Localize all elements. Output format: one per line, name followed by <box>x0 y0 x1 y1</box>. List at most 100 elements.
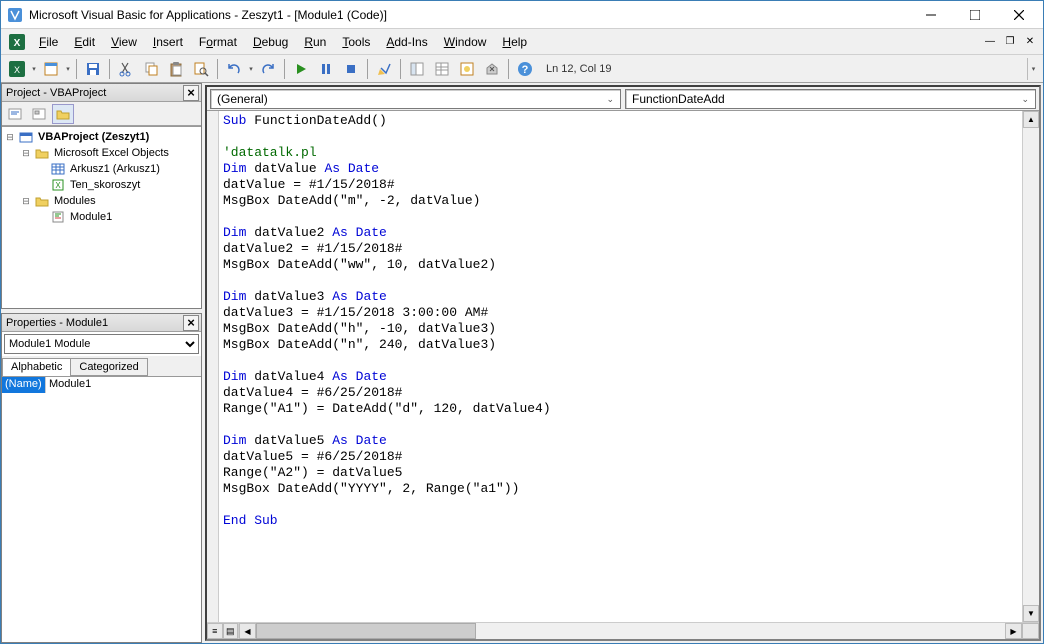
properties-pane-title: Properties - Module1 <box>6 317 183 329</box>
menu-debug[interactable]: Debug <box>245 32 296 52</box>
object-browser-button[interactable] <box>455 57 479 81</box>
code-editor[interactable]: Sub FunctionDateAdd() 'datatalk.pl Dim d… <box>219 111 1022 622</box>
project-explorer-pane: Project - VBAProject × ⊟ VBAProject (Zes… <box>1 83 202 309</box>
toolbar-overflow[interactable]: ▾ <box>1027 58 1039 80</box>
scroll-track[interactable] <box>1023 128 1039 605</box>
chevron-down-icon: ⌄ <box>1021 94 1029 105</box>
tree-module-item[interactable]: Module1 <box>2 209 201 225</box>
code-footer: ≡ ▤ ◀ ▶ <box>207 622 1039 639</box>
menu-help[interactable]: Help <box>494 32 535 52</box>
mdi-minimize-button[interactable]: — <box>981 32 999 50</box>
paste-button[interactable] <box>164 57 188 81</box>
menu-list: FileEditViewInsertFormatDebugRunToolsAdd… <box>31 32 535 52</box>
save-button[interactable] <box>81 57 105 81</box>
menu-add-ins[interactable]: Add-Ins <box>378 32 435 52</box>
object-dropdown[interactable]: (General) ⌄ <box>210 89 621 109</box>
toolbar-separator <box>400 59 401 79</box>
svg-text:X: X <box>55 181 61 190</box>
find-button[interactable] <box>189 57 213 81</box>
view-code-button[interactable] <box>4 104 26 124</box>
help-button[interactable]: ? <box>513 57 537 81</box>
insert-module-button[interactable] <box>39 57 63 81</box>
insert-module-dropdown[interactable]: ▾ <box>64 65 72 73</box>
menu-run[interactable]: Run <box>296 32 334 52</box>
scroll-right-button[interactable]: ▶ <box>1005 623 1022 639</box>
titlebar: Microsoft Visual Basic for Applications … <box>1 1 1043 29</box>
procedure-dropdown[interactable]: FunctionDateAdd ⌄ <box>625 89 1036 109</box>
svg-text:X: X <box>14 65 20 75</box>
view-excel-button[interactable]: X <box>5 57 29 81</box>
module-icon <box>50 210 66 224</box>
tab-alphabetic[interactable]: Alphabetic <box>2 358 71 376</box>
excel-icon[interactable]: X <box>5 31 29 53</box>
mdi-restore-button[interactable]: ❐ <box>1001 32 1019 50</box>
toolbar-separator <box>284 59 285 79</box>
property-row[interactable]: (Name) Module1 <box>2 377 201 393</box>
view-switch-buttons: ≡ ▤ <box>207 623 239 639</box>
scroll-down-button[interactable]: ▼ <box>1023 605 1039 622</box>
sheet-icon <box>50 162 66 176</box>
main-area: Project - VBAProject × ⊟ VBAProject (Zes… <box>1 83 1043 643</box>
project-pane-titlebar: Project - VBAProject × <box>2 84 201 102</box>
toolbar-separator <box>76 59 77 79</box>
reset-button[interactable] <box>339 57 363 81</box>
design-mode-button[interactable] <box>372 57 396 81</box>
tree-modules-folder[interactable]: ⊟ Modules <box>2 193 201 209</box>
mdi-close-button[interactable]: ✕ <box>1021 32 1039 50</box>
properties-pane-close-button[interactable]: × <box>183 315 199 331</box>
horizontal-scrollbar[interactable]: ◀ ▶ <box>239 623 1022 639</box>
tab-categorized[interactable]: Categorized <box>70 358 147 376</box>
copy-button[interactable] <box>139 57 163 81</box>
toolbox-button[interactable] <box>480 57 504 81</box>
menu-file[interactable]: File <box>31 32 66 52</box>
procedure-view-button[interactable]: ≡ <box>207 623 223 639</box>
scroll-track[interactable] <box>256 623 1005 639</box>
menubar: X FileEditViewInsertFormatDebugRunToolsA… <box>1 29 1043 55</box>
project-pane-title: Project - VBAProject <box>6 87 183 99</box>
tree-sheet-item[interactable]: Arkusz1 (Arkusz1) <box>2 161 201 177</box>
svg-text:?: ? <box>522 64 529 76</box>
project-pane-close-button[interactable]: × <box>183 85 199 101</box>
menu-format[interactable]: Format <box>191 32 245 52</box>
vertical-scrollbar[interactable]: ▲ ▼ <box>1022 111 1039 622</box>
project-explorer-button[interactable] <box>405 57 429 81</box>
menu-edit[interactable]: Edit <box>66 32 103 52</box>
run-button[interactable] <box>289 57 313 81</box>
project-tree[interactable]: ⊟ VBAProject (Zeszyt1) ⊟ Microsoft Excel… <box>2 126 201 308</box>
tree-workbook-item[interactable]: X Ten_skoroszyt <box>2 177 201 193</box>
toggle-folders-button[interactable] <box>52 104 74 124</box>
view-object-button[interactable] <box>28 104 50 124</box>
menu-window[interactable]: Window <box>436 32 495 52</box>
code-body: Sub FunctionDateAdd() 'datatalk.pl Dim d… <box>207 111 1039 622</box>
cut-button[interactable] <box>114 57 138 81</box>
maximize-button[interactable] <box>953 2 997 28</box>
undo-dropdown[interactable]: ▾ <box>247 65 255 73</box>
project-toolbar <box>2 102 201 126</box>
properties-window-button[interactable] <box>430 57 454 81</box>
redo-button[interactable] <box>256 57 280 81</box>
menu-tools[interactable]: Tools <box>334 32 378 52</box>
break-button[interactable] <box>314 57 338 81</box>
menu-insert[interactable]: Insert <box>145 32 191 52</box>
menu-view[interactable]: View <box>103 32 145 52</box>
folder-icon <box>34 194 50 208</box>
scroll-left-button[interactable]: ◀ <box>239 623 256 639</box>
close-button[interactable] <box>997 2 1041 28</box>
full-module-view-button[interactable]: ▤ <box>223 623 239 639</box>
toolbar-separator <box>217 59 218 79</box>
workbook-icon: X <box>50 178 66 192</box>
scroll-thumb[interactable] <box>256 623 476 639</box>
property-value-cell[interactable]: Module1 <box>46 377 201 393</box>
minimize-button[interactable] <box>909 2 953 28</box>
tree-project-root[interactable]: ⊟ VBAProject (Zeszyt1) <box>2 129 201 145</box>
scroll-up-button[interactable]: ▲ <box>1023 111 1039 128</box>
view-excel-dropdown[interactable]: ▾ <box>30 65 38 73</box>
property-grid[interactable]: (Name) Module1 <box>2 377 201 393</box>
size-grip[interactable] <box>1022 623 1039 639</box>
object-selector-dropdown[interactable]: Module1 Module <box>4 334 199 354</box>
mdi-controls: — ❐ ✕ <box>981 32 1039 50</box>
folder-icon <box>34 146 50 160</box>
code-margin[interactable] <box>207 111 219 622</box>
undo-button[interactable] <box>222 57 246 81</box>
tree-excel-objects-folder[interactable]: ⊟ Microsoft Excel Objects <box>2 145 201 161</box>
